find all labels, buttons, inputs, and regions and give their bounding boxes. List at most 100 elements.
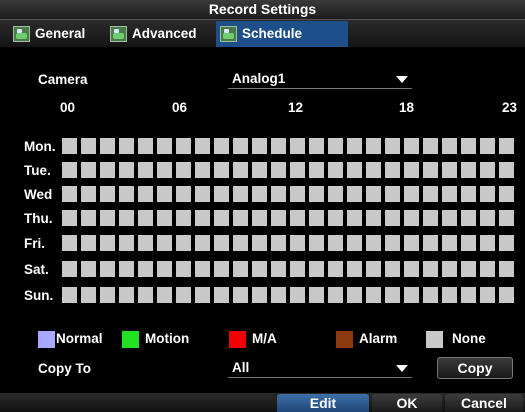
schedule-cell[interactable] [157, 138, 172, 154]
schedule-cell[interactable] [404, 261, 419, 277]
schedule-cell[interactable] [252, 235, 267, 251]
schedule-cell[interactable] [347, 287, 362, 303]
schedule-cell[interactable] [328, 138, 343, 154]
schedule-cell[interactable] [157, 235, 172, 251]
schedule-cell[interactable] [480, 261, 495, 277]
schedule-cell[interactable] [233, 162, 248, 178]
schedule-cell[interactable] [480, 186, 495, 202]
camera-select[interactable]: Analog1 [228, 70, 412, 89]
schedule-cell[interactable] [176, 138, 191, 154]
schedule-cell[interactable] [214, 186, 229, 202]
schedule-cell[interactable] [81, 261, 96, 277]
schedule-cell[interactable] [423, 210, 438, 226]
schedule-cell[interactable] [461, 138, 476, 154]
schedule-cell[interactable] [119, 287, 134, 303]
schedule-cell[interactable] [442, 235, 457, 251]
schedule-cell[interactable] [423, 162, 438, 178]
schedule-cell[interactable] [290, 162, 305, 178]
schedule-cell[interactable] [157, 162, 172, 178]
schedule-cell[interactable] [290, 210, 305, 226]
schedule-cell[interactable] [328, 186, 343, 202]
schedule-cell[interactable] [233, 138, 248, 154]
schedule-cell[interactable] [309, 186, 324, 202]
schedule-cell[interactable] [442, 287, 457, 303]
schedule-cell[interactable] [214, 235, 229, 251]
schedule-cell[interactable] [81, 235, 96, 251]
schedule-cell[interactable] [214, 287, 229, 303]
schedule-cell[interactable] [366, 261, 381, 277]
schedule-cell[interactable] [100, 210, 115, 226]
schedule-cell[interactable] [385, 235, 400, 251]
schedule-cell[interactable] [81, 287, 96, 303]
schedule-cell[interactable] [290, 261, 305, 277]
schedule-cell[interactable] [480, 287, 495, 303]
schedule-cell[interactable] [461, 287, 476, 303]
schedule-cell[interactable] [347, 138, 362, 154]
schedule-cell[interactable] [138, 287, 153, 303]
schedule-cell[interactable] [385, 210, 400, 226]
schedule-cell[interactable] [404, 138, 419, 154]
schedule-cell[interactable] [328, 235, 343, 251]
schedule-cell[interactable] [233, 210, 248, 226]
schedule-cell[interactable] [100, 261, 115, 277]
schedule-cell[interactable] [176, 186, 191, 202]
schedule-cell[interactable] [195, 138, 210, 154]
schedule-cell[interactable] [62, 235, 77, 251]
schedule-cell[interactable] [214, 138, 229, 154]
schedule-cell[interactable] [309, 287, 324, 303]
schedule-cell[interactable] [195, 162, 210, 178]
schedule-cell[interactable] [176, 287, 191, 303]
schedule-cell[interactable] [309, 210, 324, 226]
schedule-cell[interactable] [309, 138, 324, 154]
schedule-cell[interactable] [176, 235, 191, 251]
schedule-cell[interactable] [62, 162, 77, 178]
schedule-cell[interactable] [385, 186, 400, 202]
schedule-cell[interactable] [138, 138, 153, 154]
schedule-cell[interactable] [195, 287, 210, 303]
schedule-cell[interactable] [138, 210, 153, 226]
schedule-cell[interactable] [480, 210, 495, 226]
schedule-cell[interactable] [328, 162, 343, 178]
schedule-cell[interactable] [119, 210, 134, 226]
schedule-cell[interactable] [366, 138, 381, 154]
schedule-cell[interactable] [100, 287, 115, 303]
schedule-cell[interactable] [176, 261, 191, 277]
schedule-cell[interactable] [233, 186, 248, 202]
schedule-cell[interactable] [499, 162, 514, 178]
schedule-cell[interactable] [423, 138, 438, 154]
schedule-cell[interactable] [423, 235, 438, 251]
schedule-cell[interactable] [461, 235, 476, 251]
schedule-cell[interactable] [119, 162, 134, 178]
schedule-cell[interactable] [214, 162, 229, 178]
schedule-cell[interactable] [195, 186, 210, 202]
schedule-cell[interactable] [252, 210, 267, 226]
schedule-cell[interactable] [423, 287, 438, 303]
schedule-cell[interactable] [176, 162, 191, 178]
copy-button[interactable]: Copy [437, 357, 513, 379]
schedule-cell[interactable] [309, 235, 324, 251]
schedule-cell[interactable] [366, 235, 381, 251]
schedule-cell[interactable] [347, 210, 362, 226]
schedule-cell[interactable] [385, 138, 400, 154]
schedule-cell[interactable] [252, 138, 267, 154]
schedule-cell[interactable] [214, 261, 229, 277]
schedule-cell[interactable] [157, 210, 172, 226]
schedule-cell[interactable] [100, 162, 115, 178]
copy-to-select[interactable]: All [228, 359, 412, 378]
schedule-cell[interactable] [499, 210, 514, 226]
schedule-cell[interactable] [119, 186, 134, 202]
schedule-cell[interactable] [404, 186, 419, 202]
cancel-button[interactable]: Cancel [445, 394, 523, 412]
schedule-cell[interactable] [347, 186, 362, 202]
schedule-cell[interactable] [119, 138, 134, 154]
schedule-cell[interactable] [442, 186, 457, 202]
schedule-cell[interactable] [195, 261, 210, 277]
schedule-cell[interactable] [385, 287, 400, 303]
schedule-cell[interactable] [62, 186, 77, 202]
tab-advanced[interactable]: Advanced [106, 21, 214, 47]
schedule-cell[interactable] [119, 235, 134, 251]
schedule-cell[interactable] [347, 162, 362, 178]
schedule-cell[interactable] [195, 210, 210, 226]
schedule-cell[interactable] [366, 287, 381, 303]
schedule-cell[interactable] [157, 186, 172, 202]
